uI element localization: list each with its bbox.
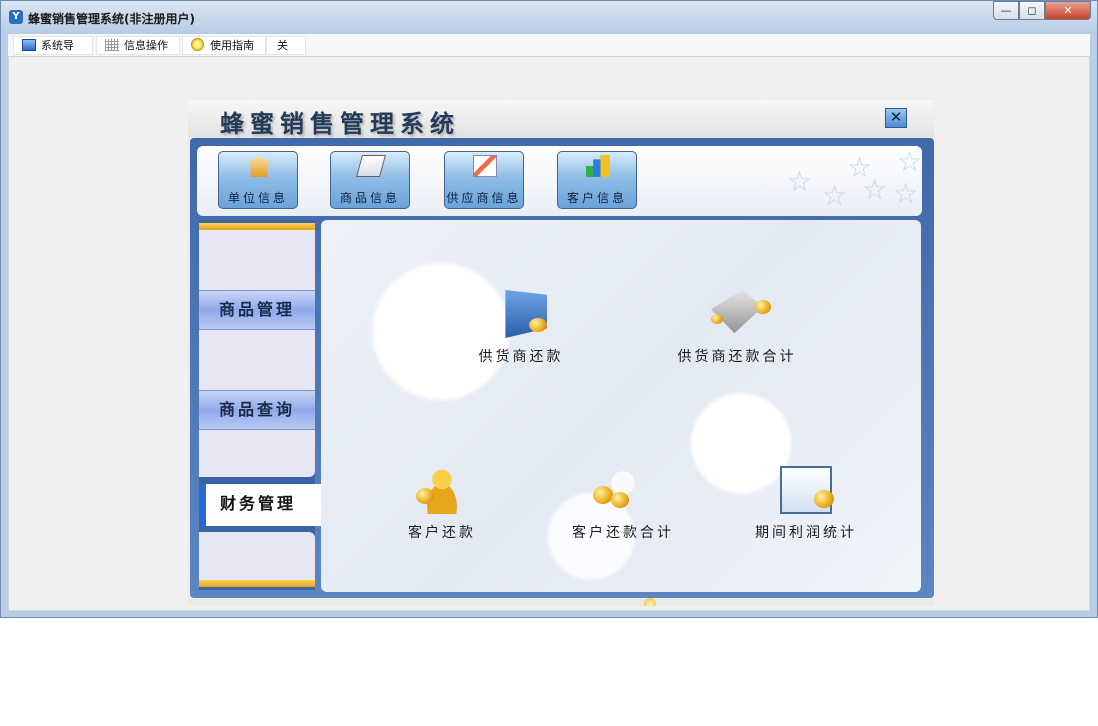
toolbar-button-supplier-info[interactable]: 供应商信息: [444, 151, 524, 209]
sidebar-item-product-management[interactable]: 商品管理: [199, 290, 315, 330]
window-title: 蜂蜜销售管理系统(非注册用户): [28, 12, 195, 26]
toolbar-button-label: 单位信息: [227, 191, 288, 205]
grid-icon: [105, 39, 119, 51]
coin-icon: [416, 488, 434, 504]
toolbar-button-company-info[interactable]: 单位信息: [218, 151, 298, 209]
star-decoration-icon: ☆: [787, 165, 813, 198]
sidebar-item-product-query[interactable]: 商品查询: [199, 390, 315, 430]
feature-label: 客户还款合计: [572, 525, 674, 541]
building-icon: [247, 155, 271, 177]
sidebar: 商品管理 商品查询 财务管理: [199, 220, 321, 590]
feature-supplier-payment[interactable]: 供货商还款: [451, 290, 591, 370]
star-decoration-icon: ☆: [822, 179, 848, 212]
menu-bar: 系统导航 信息操作 使用指南 关于: [8, 34, 1090, 69]
panel-title: 蜂蜜销售管理系统: [220, 109, 460, 138]
title-bar[interactable]: Y 蜂蜜销售管理系统(非注册用户): [1, 1, 1097, 33]
feature-label: 客户还款: [408, 525, 476, 541]
toolbar-button-label: 商品信息: [339, 191, 400, 205]
feature-customer-payment[interactable]: 客户还款: [372, 466, 512, 546]
guide-icon: [191, 38, 204, 51]
navigation-icon: [22, 39, 36, 51]
sidebar-gold-bar: [199, 223, 315, 230]
menu-item-about[interactable]: 关于: [266, 36, 306, 69]
minimize-button[interactable]: —: [993, 1, 1019, 20]
book-icon: [356, 155, 386, 177]
feature-customer-payment-total[interactable]: 客户还款合计: [553, 466, 693, 546]
status-indicator-icon: [644, 598, 656, 606]
star-decoration-icon: ☆: [893, 177, 919, 210]
feature-supplier-payment-total[interactable]: 供货商还款合计: [667, 290, 807, 370]
toolbar-button-customer-info[interactable]: 客户信息: [557, 151, 637, 209]
bar-chart-icon: [586, 155, 610, 177]
toolbar: ☆ ☆ ☆ ☆ ☆ ☆ 单位信息 商品信息 供应商信息 客户信息: [197, 146, 922, 216]
panel-header: 蜂蜜销售管理系统 ✕: [188, 100, 934, 138]
coin-icon: [711, 314, 723, 324]
star-decoration-icon: ☆: [862, 173, 888, 206]
feature-label: 期间利润统计: [755, 525, 857, 541]
sidebar-panel: [199, 230, 315, 290]
menu-item-label: 信息操作: [124, 39, 168, 52]
coin-icon: [529, 318, 547, 332]
app-logo-icon: Y: [9, 10, 23, 24]
menu-item-system-navigation[interactable]: 系统导航: [13, 36, 93, 69]
coin-icon: [814, 490, 834, 508]
menu-item-info-operation[interactable]: 信息操作: [96, 36, 180, 55]
sidebar-gold-bar: [199, 580, 315, 587]
feature-label: 供货商还款: [478, 349, 564, 365]
toolbar-button-label: 供应商信息: [446, 191, 522, 205]
coin-icon: [611, 492, 629, 508]
feature-label: 供货商还款合计: [677, 349, 797, 365]
sidebar-panel: [199, 430, 315, 477]
sidebar-panel: [199, 532, 315, 580]
star-decoration-icon: ☆: [897, 146, 922, 178]
supplier-icon: [473, 155, 497, 177]
feature-profit-statistics[interactable]: 期间利润统计: [736, 466, 876, 546]
toolbar-button-product-info[interactable]: 商品信息: [330, 151, 410, 209]
maximize-button[interactable]: ◻: [1019, 1, 1045, 20]
panel-close-button[interactable]: ✕: [885, 108, 907, 128]
coin-icon: [593, 486, 613, 504]
sidebar-item-finance-management[interactable]: 财务管理: [199, 484, 321, 526]
coin-icon: [755, 300, 771, 314]
toolbar-button-label: 客户信息: [566, 191, 627, 205]
sidebar-panel: [199, 330, 315, 390]
menu-item-user-guide[interactable]: 使用指南: [182, 36, 266, 55]
menu-item-label: 使用指南: [210, 39, 254, 52]
close-button[interactable]: ✕: [1045, 1, 1091, 20]
